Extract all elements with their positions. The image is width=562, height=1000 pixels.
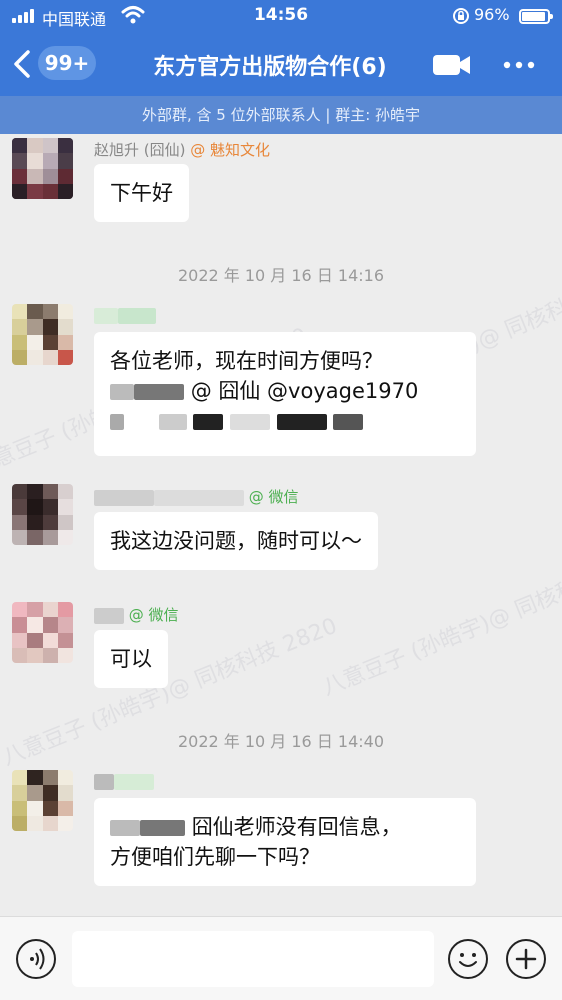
add-attachment-icon[interactable]	[506, 939, 546, 979]
redacted-name	[114, 773, 154, 790]
timestamp: 2022 年 10 月 16 日 14:16	[177, 266, 385, 285]
sender-org-tag: @ 魅知文化	[190, 141, 271, 159]
battery-icon	[519, 9, 553, 24]
redacted-text	[134, 384, 184, 400]
redacted-text	[230, 414, 271, 430]
sender-label	[94, 306, 156, 324]
sender-label	[94, 772, 154, 790]
redacted-name	[94, 607, 124, 624]
sender-wechat-tag: @ 微信	[248, 488, 299, 506]
redacted-text	[193, 414, 224, 430]
sender-label: 赵旭升 (囧仙) @ 魅知文化	[94, 139, 270, 160]
group-info-bar[interactable]: 外部群, 含 5 位外部联系人 | 群主: 孙皓宇	[0, 96, 562, 134]
message-text-line: 囧仙老师没有回信息，	[110, 812, 460, 842]
message-list[interactable]: 八意豆子 (孙皓宇)@ 同核科技 2820 八意豆子 (孙皓宇)@ 同核科技 2…	[0, 134, 562, 916]
avatar[interactable]	[12, 138, 73, 199]
message-bubble[interactable]: 囧仙老师没有回信息， 方便咱们先聊一下吗？	[94, 798, 476, 886]
redacted-text	[276, 414, 327, 430]
unread-count-badge[interactable]: 99+	[38, 46, 96, 80]
sender-label: @ 微信	[94, 486, 299, 507]
redacted-text	[140, 820, 185, 836]
avatar[interactable]	[12, 770, 73, 831]
sender-wechat-tag: @ 微信	[128, 606, 179, 624]
avatar[interactable]	[12, 602, 73, 663]
composer-bar	[0, 916, 562, 1000]
message-bubble[interactable]: 我这边没问题，随时可以～	[94, 512, 378, 570]
more-options-icon[interactable]	[496, 50, 542, 80]
redacted-text	[110, 384, 134, 400]
message-bubble[interactable]: 各位老师，现在时间方便吗？ @ 囧仙 @voyage1970	[94, 332, 476, 456]
orientation-lock-icon	[453, 8, 469, 24]
sender-name: 赵旭升 (囧仙)	[94, 141, 186, 159]
back-chevron-icon[interactable]	[10, 48, 34, 80]
redacted-name	[94, 307, 118, 324]
mention-list[interactable]: @ 囧仙 @voyage1970	[191, 379, 419, 403]
message-text-line: 各位老师，现在时间方便吗？	[110, 349, 383, 373]
redacted-name	[94, 489, 154, 506]
message-input[interactable]	[72, 931, 434, 987]
redacted-name	[118, 307, 156, 324]
status-bar: 中国联通 14:56 96%	[0, 0, 562, 34]
redacted-text	[333, 414, 364, 430]
message-text-line	[110, 406, 460, 436]
redacted-text	[158, 414, 187, 430]
redacted-text	[110, 820, 140, 836]
message-text-line: @ 囧仙 @voyage1970	[110, 376, 460, 406]
voice-input-icon[interactable]	[16, 939, 56, 979]
avatar[interactable]	[12, 304, 73, 365]
message-bubble[interactable]: 下午好	[94, 164, 189, 222]
chat-header: 99+ 东方官方出版物合作(6)	[0, 34, 562, 96]
sender-label: @ 微信	[94, 604, 179, 625]
message-bubble[interactable]: 可以	[94, 630, 168, 688]
message-text: 囧仙老师没有回信息，	[191, 815, 402, 839]
message-text-line: 方便咱们先聊一下吗？	[110, 845, 320, 869]
redacted-name	[94, 773, 114, 790]
redacted-name	[154, 489, 244, 506]
chat-title: 东方官方出版物合作(6)	[153, 55, 387, 80]
redacted-text	[110, 414, 124, 430]
timestamp: 2022 年 10 月 16 日 14:40	[177, 732, 385, 751]
battery-percent: 96%	[474, 5, 510, 24]
video-call-icon[interactable]	[430, 50, 474, 80]
emoji-icon[interactable]	[448, 939, 488, 979]
avatar[interactable]	[12, 484, 73, 545]
